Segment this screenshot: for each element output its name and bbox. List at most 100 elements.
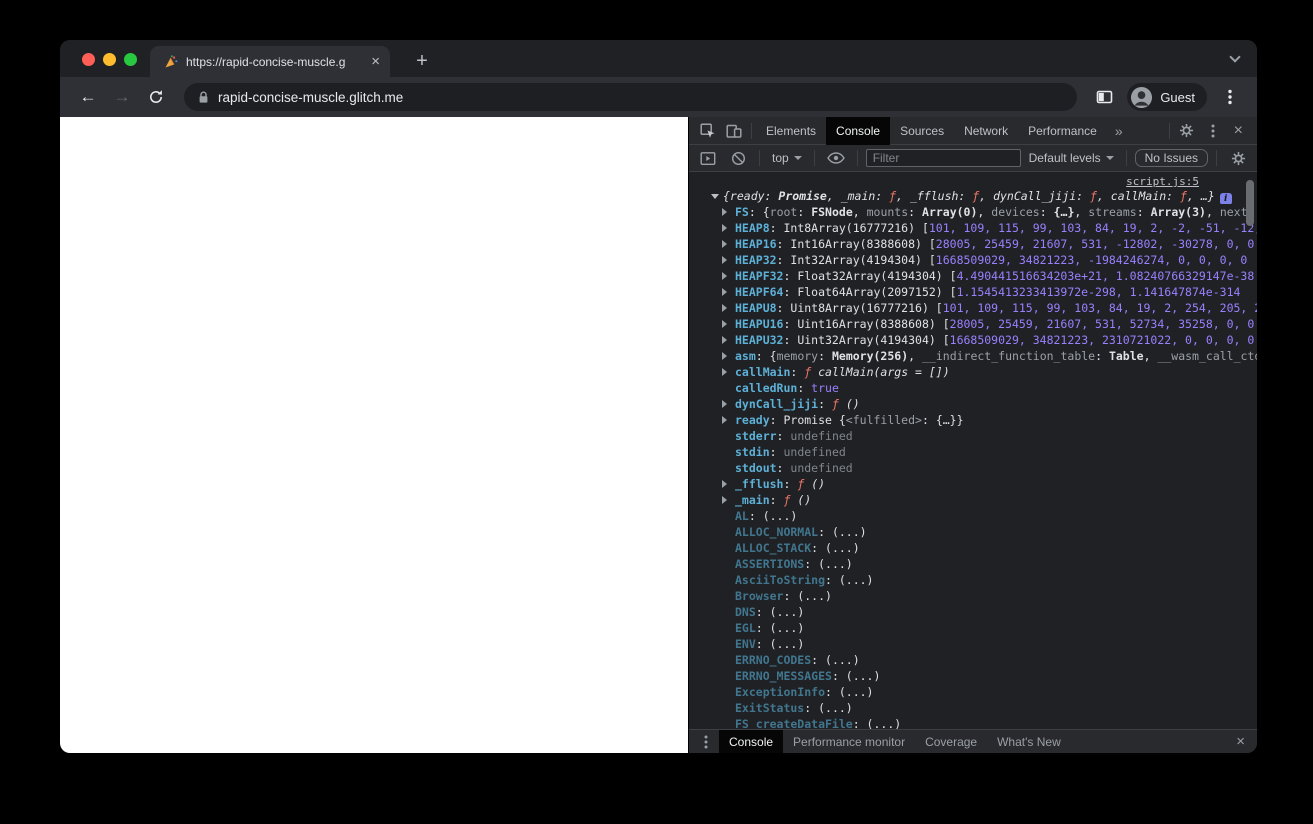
console-token: : [797, 205, 812, 219]
profile-chip[interactable]: Guest [1127, 83, 1207, 111]
console-token: , callMain: [1096, 189, 1181, 203]
drawer-tab-whats-new[interactable]: What's New [987, 730, 1071, 754]
console-sidebar-toggle-button[interactable] [695, 146, 721, 170]
console-row: HEAP16: Int16Array(8388608) [28005, 2545… [689, 236, 1257, 252]
tab-console[interactable]: Console [826, 116, 891, 145]
console-token: : {…}} [921, 413, 964, 427]
url-bar[interactable]: rapid-concise-muscle.glitch.me [184, 83, 1078, 111]
disclosure-triangle-icon[interactable] [722, 400, 727, 408]
disclosure-triangle-icon[interactable] [722, 368, 727, 376]
inspect-element-button[interactable] [695, 119, 721, 143]
console-row: ALLOC_STACK: (...) [689, 540, 1257, 556]
console-token: : [776, 429, 791, 443]
tab-title: https://rapid-concise-muscle.g [186, 54, 346, 69]
console-token: devices [991, 205, 1040, 219]
zoom-window-button[interactable] [124, 53, 137, 66]
console-row: ERRNO_MESSAGES: (...) [689, 668, 1257, 684]
more-tabs-button[interactable]: » [1107, 123, 1131, 139]
back-button[interactable]: ← [74, 83, 102, 111]
drawer-tab-coverage[interactable]: Coverage [915, 730, 987, 754]
console-token: : (...) [825, 573, 874, 587]
console-token: : (...) [804, 557, 853, 571]
drawer-close-button[interactable]: × [1228, 733, 1253, 750]
lock-icon [199, 91, 208, 103]
console-token: , dynCall_jiji: [979, 189, 1090, 203]
disclosure-triangle-icon[interactable] [722, 480, 727, 488]
console-row: HEAPF32: Float32Array(4194304) [4.490441… [689, 268, 1257, 284]
disclosure-triangle-icon[interactable] [722, 496, 727, 504]
console-token: : Float32Array(4194304) [ [783, 269, 957, 283]
source-link[interactable]: script.js:5 [1126, 175, 1199, 188]
console-token: : (...) [755, 621, 805, 635]
console-token: 1668509029, 34821223, -1984246274, 0, 0,… [935, 253, 1248, 267]
drawer-tab-console[interactable]: Console [719, 729, 784, 753]
console-token: ASSERTIONS [735, 557, 805, 571]
disclosure-triangle-icon[interactable] [722, 288, 727, 296]
tab-search-chevron-icon[interactable] [1229, 51, 1241, 63]
disclosure-triangle-icon[interactable] [722, 336, 727, 344]
console-token: HEAPF32 [735, 269, 784, 283]
drawer-menu-button[interactable] [693, 730, 719, 754]
console-token: ERRNO_CODES [735, 653, 812, 667]
console-row: ENV: (...) [689, 636, 1257, 652]
log-levels-selector[interactable]: Default levels [1025, 151, 1118, 165]
drawer-tab-performance-monitor[interactable]: Performance monitor [783, 730, 915, 754]
console-token: , [1143, 349, 1158, 363]
disclosure-triangle-icon[interactable] [711, 194, 719, 199]
console-token: Memory(256) [831, 349, 909, 363]
devtools-menu-button[interactable] [1200, 119, 1226, 143]
new-tab-button[interactable]: + [408, 47, 436, 75]
disclosure-triangle-icon[interactable] [722, 240, 727, 248]
live-expression-button[interactable] [823, 146, 849, 170]
disclosure-triangle-icon[interactable] [722, 224, 727, 232]
console-settings-button[interactable] [1225, 146, 1251, 170]
issues-counter-button[interactable]: No Issues [1134, 149, 1208, 167]
browser-menu-button[interactable] [1217, 85, 1243, 109]
console-row: stderr: undefined [689, 428, 1257, 444]
disclosure-triangle-icon[interactable] [722, 320, 727, 328]
console-row: HEAP32: Int32Array(4194304) [1668509029,… [689, 252, 1257, 268]
disclosure-triangle-icon[interactable] [722, 416, 727, 424]
console-token: stdin [735, 445, 770, 459]
console-token: FSNode [811, 205, 853, 219]
scrollbar-thumb[interactable] [1246, 180, 1254, 226]
disclosure-triangle-icon[interactable] [722, 272, 727, 280]
tab-close-icon[interactable]: × [371, 54, 380, 69]
console-token: {…} [1053, 205, 1075, 219]
disclosure-triangle-icon[interactable] [722, 208, 727, 216]
side-panel-button[interactable] [1091, 85, 1117, 109]
tab-performance[interactable]: Performance [1018, 117, 1107, 145]
disclosure-triangle-icon[interactable] [722, 304, 727, 312]
console-token: callMain [735, 365, 791, 379]
kebab-menu-icon [1228, 89, 1232, 105]
device-toolbar-button[interactable] [721, 119, 747, 143]
console-token: ENV [735, 637, 756, 651]
minimize-window-button[interactable] [103, 53, 116, 66]
devtools-close-button[interactable]: × [1226, 122, 1251, 140]
clear-console-button[interactable] [725, 146, 751, 170]
console-token: : (...) [825, 685, 874, 699]
console-row: HEAPU16: Uint16Array(8388608) [28005, 25… [689, 316, 1257, 332]
forward-button[interactable]: → [108, 83, 136, 111]
disclosure-triangle-icon[interactable] [722, 352, 727, 360]
close-window-button[interactable] [82, 53, 95, 66]
context-selector[interactable]: top [768, 151, 806, 165]
browser-tab[interactable]: https://rapid-concise-muscle.g × [150, 46, 390, 77]
tab-elements[interactable]: Elements [756, 117, 826, 145]
console-token: ƒ [1180, 189, 1187, 203]
info-badge-icon[interactable]: i [1219, 193, 1232, 204]
console-token: {ready: [723, 189, 779, 203]
devtools-settings-button[interactable] [1174, 119, 1200, 143]
console-token: : [1136, 205, 1151, 219]
disclosure-triangle-icon[interactable] [722, 256, 727, 264]
filter-input[interactable] [865, 149, 1021, 167]
console-row: EGL: (...) [689, 620, 1257, 636]
tab-sources[interactable]: Sources [890, 117, 954, 145]
console-row: AsciiToString: (...) [689, 572, 1257, 588]
tab-network[interactable]: Network [954, 117, 1018, 145]
console-token: 101, 109, 115, 99, 103, 84, 19, 2, 254, … [942, 301, 1257, 315]
reload-button[interactable] [142, 83, 170, 111]
console-row: ALLOC_NORMAL: (...) [689, 524, 1257, 540]
console-token: , …} [1186, 189, 1215, 203]
divider [759, 150, 760, 166]
